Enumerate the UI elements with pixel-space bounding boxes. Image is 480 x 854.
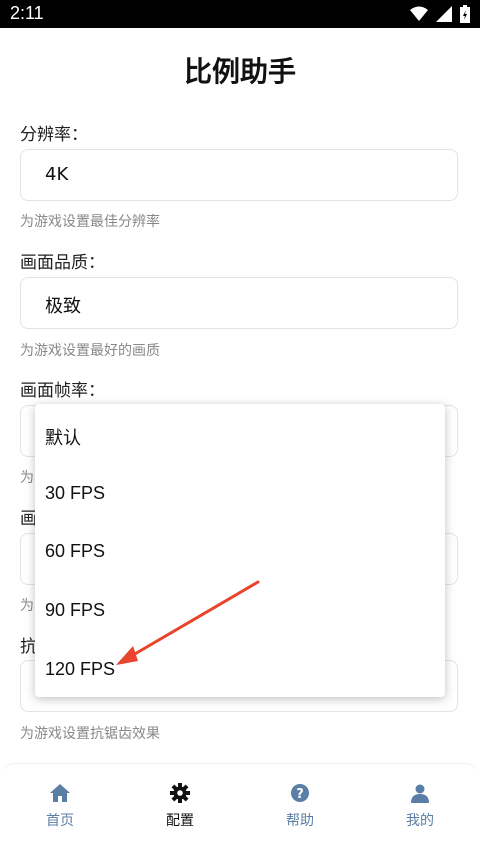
gear-icon [170,783,190,803]
svg-text:?: ? [296,787,304,802]
home-icon [50,784,70,802]
nav-home-label: 首页 [46,813,74,829]
nav-profile[interactable]: 我的 [360,782,480,830]
nav-config-label: 配置 [166,813,194,829]
user-icon [411,784,429,803]
nav-help-label: 帮助 [286,813,314,829]
annotation-arrow [116,580,260,665]
nav-config[interactable]: 配置 [120,782,240,830]
help-icon: ? [291,784,309,802]
nav-help[interactable]: ? 帮助 [240,782,360,830]
nav-home[interactable]: 首页 [0,782,120,830]
nav-profile-label: 我的 [406,813,434,829]
bottom-nav: 首页 配置 ? 帮助 我的 [0,763,480,854]
